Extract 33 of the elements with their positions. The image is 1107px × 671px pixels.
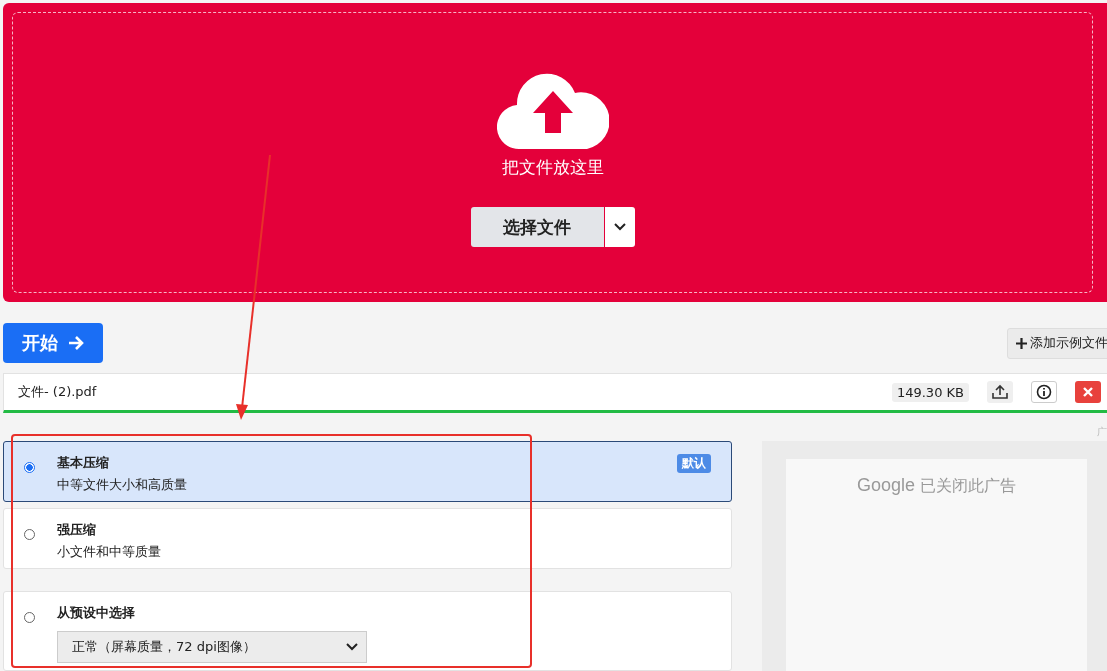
file-name: 文件- (2).pdf bbox=[18, 383, 98, 401]
default-badge: 默认 bbox=[677, 454, 711, 473]
drop-zone[interactable]: 把文件放这里 选择文件 bbox=[3, 3, 1107, 302]
option-title: 基本压缩 bbox=[57, 454, 110, 472]
plus-icon bbox=[1016, 337, 1027, 349]
option-card[interactable]: 从预设中选择 正常（屏幕质量，72 dpi图像） bbox=[3, 591, 732, 671]
drop-hint: 把文件放这里 bbox=[501, 156, 604, 179]
cloud-upload-icon bbox=[496, 71, 609, 151]
chevron-down-icon bbox=[346, 643, 358, 651]
start-button[interactable]: 开始 bbox=[3, 323, 103, 363]
option-title: 强压缩 bbox=[57, 521, 97, 539]
option-card[interactable]: 强压缩 小文件和中等质量 bbox=[3, 508, 732, 569]
arrow-right-icon bbox=[68, 336, 84, 350]
radio-button[interactable] bbox=[24, 612, 35, 623]
info-icon bbox=[1036, 384, 1052, 400]
preset-select[interactable]: 正常（屏幕质量，72 dpi图像） bbox=[57, 631, 367, 663]
chevron-down-icon bbox=[613, 223, 626, 231]
option-description: 中等文件大小和高质量 bbox=[57, 476, 187, 494]
choose-file-button[interactable]: 选择文件 bbox=[470, 207, 604, 247]
dropdown-button[interactable] bbox=[604, 207, 635, 247]
upload-tray-icon bbox=[991, 384, 1009, 400]
close-icon bbox=[1082, 386, 1094, 398]
option-card[interactable]: 基本压缩 中等文件大小和高质量 默认 bbox=[3, 441, 732, 502]
info-button[interactable] bbox=[1031, 381, 1057, 403]
radio-button[interactable] bbox=[24, 462, 35, 473]
radio-button[interactable] bbox=[24, 529, 35, 540]
option-description: 小文件和中等质量 bbox=[57, 543, 161, 561]
file-size: 149.30 KB bbox=[891, 382, 969, 402]
upload-button[interactable] bbox=[987, 381, 1013, 403]
ad-closed-message: Google 已关闭此广告 bbox=[856, 475, 1017, 497]
add-sample-button[interactable]: 添加示例文件 bbox=[1007, 327, 1107, 359]
delete-button[interactable] bbox=[1075, 381, 1101, 403]
option-title: 从预设中选择 bbox=[57, 604, 136, 622]
